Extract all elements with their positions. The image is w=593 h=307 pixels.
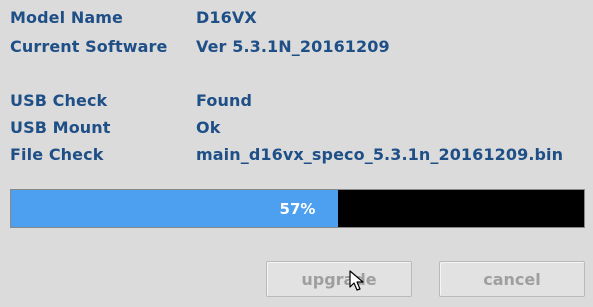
usb-mount-value: Ok bbox=[196, 118, 221, 137]
current-software-value: Ver 5.3.1N_20161209 bbox=[196, 37, 390, 56]
usb-check-value: Found bbox=[196, 91, 253, 110]
cancel-button[interactable]: cancel bbox=[439, 261, 585, 297]
file-check-label: File Check bbox=[10, 145, 104, 164]
model-name-value: D16VX bbox=[196, 8, 257, 27]
usb-check-label: USB Check bbox=[10, 91, 108, 110]
upgrade-progress-bar: 57% bbox=[10, 189, 585, 228]
progress-percent-text: 57% bbox=[279, 199, 316, 218]
file-check-value: main_d16vx_speco_5.3.1n_20161209.bin bbox=[196, 145, 564, 164]
upgrade-button[interactable]: upgrade bbox=[266, 261, 412, 297]
usb-mount-label: USB Mount bbox=[10, 118, 111, 137]
model-name-label: Model Name bbox=[10, 8, 123, 27]
current-software-label: Current Software bbox=[10, 37, 168, 56]
mouse-pointer-icon bbox=[349, 270, 364, 291]
upgrade-panel: Model Name D16VX Current Software Ver 5.… bbox=[0, 0, 593, 307]
